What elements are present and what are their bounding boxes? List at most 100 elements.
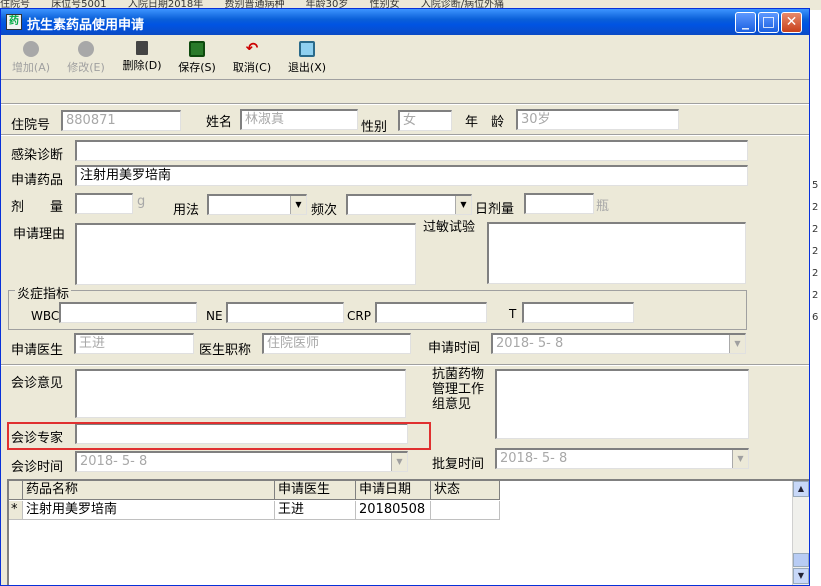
mgmt-opinion-label-line: 管理工作	[432, 382, 485, 397]
applied-drug-label: 申请药品	[11, 173, 64, 188]
name-field[interactable]: 林淑真	[240, 109, 358, 130]
exit-label: 退出(X)	[287, 61, 327, 74]
scroll-up-icon[interactable]: ▲	[793, 481, 809, 497]
bg-cell: 2	[812, 246, 819, 257]
doctor-label: 申请医生	[11, 343, 64, 358]
scroll-thumb[interactable]	[793, 553, 809, 567]
mgmt-opinion-label-line: 抗菌药物	[432, 367, 485, 382]
save-label: 保存(S)	[178, 61, 216, 74]
column-header[interactable]: 申请医生	[275, 481, 356, 500]
gender-label: 性别	[361, 120, 388, 135]
reason-label: 申请理由	[13, 227, 66, 242]
modify-button[interactable]: 修改(E)	[61, 41, 111, 75]
column-header[interactable]: 申请日期	[356, 481, 431, 500]
column-header[interactable]: 状态	[431, 481, 500, 500]
bg-cell: 2	[812, 224, 819, 235]
bg-cell: 2	[812, 202, 819, 213]
wbc-field[interactable]	[59, 302, 197, 323]
frequency-select[interactable]: ▼	[346, 194, 472, 215]
column-header[interactable]: 药品名称	[23, 481, 275, 500]
apply-time-value: 2018- 5- 8	[496, 336, 564, 351]
age-field[interactable]: 30岁	[516, 109, 679, 130]
chevron-down-icon[interactable]: ▼	[455, 196, 471, 214]
apply-time-label: 申请时间	[428, 341, 481, 356]
wbc-label: WBC	[31, 309, 60, 323]
bg-cell: 2	[812, 290, 819, 301]
infection-diagnosis-field[interactable]	[75, 140, 748, 161]
doctor-field[interactable]: 王进	[74, 333, 194, 354]
mgmt-opinion-label-line: 组意见	[432, 397, 472, 412]
minimize-button[interactable]: _	[735, 12, 756, 33]
allergy-test-textarea[interactable]	[487, 222, 746, 284]
close-button[interactable]: ✕	[781, 12, 802, 33]
save-icon	[189, 41, 205, 57]
exit-icon	[299, 41, 315, 57]
daily-dose-unit: 瓶	[596, 199, 610, 214]
app-icon: 药	[6, 14, 22, 30]
t-label: T	[509, 307, 517, 321]
highlight-box	[7, 422, 431, 450]
delete-button[interactable]: 删除(D)	[117, 41, 167, 73]
separator	[1, 103, 809, 105]
table-cell-drug[interactable]: 注射用美罗培南	[23, 501, 275, 520]
background-app-right-column: 5 2 2 2 2 2 6	[809, 10, 821, 586]
scroll-down-icon[interactable]: ▼	[793, 568, 809, 584]
row-marker[interactable]: *	[9, 501, 23, 520]
title-bar[interactable]: 药 抗生素药品使用申请 _ □ ✕	[1, 9, 809, 35]
ne-field[interactable]	[226, 302, 344, 323]
bg-cell: 2	[812, 268, 819, 279]
doctor-title-field[interactable]: 住院医师	[262, 333, 411, 354]
crp-field[interactable]	[375, 302, 487, 323]
mgmt-opinion-textarea[interactable]	[495, 369, 749, 439]
application-grid[interactable]: 药品名称 申请医生 申请日期 状态 * 注射用美罗培南 王进 20180508 …	[7, 479, 809, 585]
gender-field[interactable]: 女	[398, 110, 452, 131]
bg-cell: 5	[812, 180, 819, 191]
crp-label: CRP	[347, 309, 371, 323]
antibiotic-application-window: 药 抗生素药品使用申请 _ □ ✕ 增加(A) 修改(E) 删除(D) 保存(S…	[0, 8, 810, 586]
add-button[interactable]: 增加(A)	[6, 41, 56, 75]
consult-time-picker[interactable]: 2018- 5- 8 ▼	[75, 451, 408, 472]
doctor-title-label: 医生职称	[199, 343, 252, 358]
mgmt-opinion-label: 抗菌药物 管理工作 组意见	[432, 367, 484, 412]
usage-label: 用法	[173, 203, 200, 218]
applied-drug-field[interactable]: 注射用美罗培南	[75, 165, 748, 186]
window-title: 抗生素药品使用申请	[27, 18, 145, 33]
usage-select[interactable]: ▼	[207, 194, 307, 215]
bg-cell: 6	[812, 312, 819, 323]
daily-dose-label: 日剂量	[475, 202, 515, 217]
maximize-button[interactable]: □	[758, 12, 779, 33]
cancel-button[interactable]: ↶ 取消(C)	[227, 41, 277, 75]
inflammation-label: 炎症指标	[15, 283, 72, 302]
table-cell-doctor[interactable]: 王进	[275, 501, 356, 520]
trash-icon	[136, 41, 148, 55]
chevron-down-icon[interactable]: ▼	[729, 335, 745, 353]
modify-label: 修改(E)	[67, 61, 105, 74]
approve-time-picker[interactable]: 2018- 5- 8 ▼	[495, 448, 749, 469]
chevron-down-icon[interactable]: ▼	[290, 196, 306, 214]
consult-opinion-label: 会诊意见	[11, 376, 64, 391]
consult-time-label: 会诊时间	[11, 460, 64, 475]
admission-no-field[interactable]: 880871	[61, 110, 181, 131]
daily-dose-field[interactable]	[524, 193, 594, 214]
apply-time-picker[interactable]: 2018- 5- 8 ▼	[491, 333, 746, 354]
allergy-test-label: 过敏试验	[423, 220, 476, 235]
cancel-label: 取消(C)	[232, 61, 272, 74]
table-cell-status[interactable]	[431, 501, 500, 520]
table-cell-date[interactable]: 20180508	[356, 501, 431, 520]
chevron-down-icon[interactable]: ▼	[391, 453, 407, 471]
dose-label: 剂 量	[11, 200, 64, 215]
exit-button[interactable]: 退出(X)	[282, 41, 332, 75]
age-label: 年 龄	[465, 115, 505, 130]
row-header-corner	[9, 481, 23, 500]
add-label: 增加(A)	[11, 61, 51, 74]
chevron-down-icon[interactable]: ▼	[732, 450, 748, 468]
dose-field[interactable]	[75, 193, 133, 214]
reason-textarea[interactable]	[75, 223, 416, 285]
save-button[interactable]: 保存(S)	[172, 41, 222, 75]
consult-opinion-textarea[interactable]	[75, 369, 406, 418]
vertical-scrollbar[interactable]: ▲ ▼	[792, 481, 809, 585]
t-field[interactable]	[522, 302, 634, 323]
separator	[1, 134, 809, 136]
dose-unit: g	[137, 194, 146, 209]
delete-label: 删除(D)	[122, 59, 162, 72]
